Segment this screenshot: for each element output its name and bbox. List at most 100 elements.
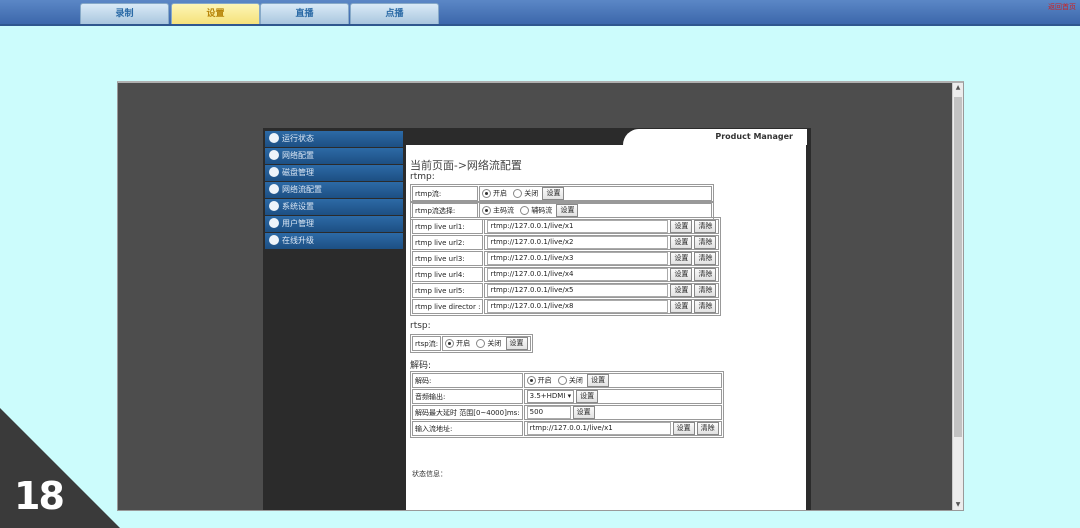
- vertical-scrollbar[interactable]: ▲ ▼: [952, 83, 963, 510]
- scroll-thumb[interactable]: [954, 97, 962, 437]
- top-nav-bar: 录制 设置 直播 点播 返回首页: [0, 0, 1080, 26]
- rtmp-url-set-button[interactable]: 设置: [670, 300, 693, 313]
- upgrade-icon: [269, 234, 279, 245]
- scroll-up-icon[interactable]: ▲: [953, 83, 963, 93]
- sidebar-item-label: 网络流配置: [282, 185, 322, 194]
- corner-logo: 18: [14, 474, 65, 518]
- sidebar-item-users[interactable]: 用户管理: [265, 216, 403, 232]
- rtmp-on-label: 开启: [493, 189, 507, 198]
- rtmp-set-button[interactable]: 设置: [542, 187, 565, 200]
- rtmp-url-clear-button[interactable]: 清除: [694, 284, 717, 297]
- chevron-down-icon: ▾: [567, 392, 572, 400]
- decode-delay-label: 解码最大延时 范围[0~4000]ms:: [412, 405, 523, 420]
- audio-output-label: 音频输出:: [412, 389, 523, 404]
- sidebar-item-label: 系统设置: [282, 202, 314, 211]
- rtmp-url-clear-button[interactable]: 清除: [694, 268, 717, 281]
- sidebar-item-system[interactable]: 系统设置: [265, 199, 403, 215]
- tab-settings[interactable]: 设置: [171, 3, 260, 24]
- rtsp-set-button[interactable]: 设置: [505, 337, 528, 350]
- rtmp-url-label: rtmp live url1:: [412, 219, 484, 234]
- page-title: 当前页面->网络流配置: [410, 159, 522, 172]
- status-icon: [269, 132, 279, 143]
- content-frame: Product Manager 运行状态 网络配置 磁盘管理 网络流配置 系统设…: [117, 81, 964, 511]
- stream-icon: [269, 183, 279, 194]
- audio-output-value: 3.5+HDMI: [529, 392, 566, 400]
- decode-on-radio[interactable]: [526, 376, 536, 385]
- table-row: 输入流地址: rtmp://127.0.0.1/live/x1 设置 清除: [412, 421, 722, 436]
- rtmp-url-label: rtmp live url4:: [412, 267, 484, 282]
- rtsp-off-radio[interactable]: [476, 339, 486, 348]
- audio-set-button[interactable]: 设置: [576, 390, 599, 403]
- input-stream-field[interactable]: rtmp://127.0.0.1/live/x1: [526, 422, 671, 435]
- rtmp-url-set-button[interactable]: 设置: [670, 220, 693, 233]
- rtmp-url-set-button[interactable]: 设置: [670, 236, 693, 249]
- network-icon: [269, 149, 279, 160]
- rtmp-url-input[interactable]: rtmp://127.0.0.1/live/x2: [487, 236, 669, 249]
- rtsp-on-radio[interactable]: [445, 339, 455, 348]
- decode-off-radio[interactable]: [557, 376, 567, 385]
- rtmp-url-label: rtmp live url5:: [412, 283, 484, 298]
- sidebar-item-label: 运行状态: [282, 134, 314, 143]
- rtmp-url-clear-button[interactable]: 清除: [694, 220, 717, 233]
- scroll-down-icon[interactable]: ▼: [953, 500, 963, 510]
- rtmp-on-radio[interactable]: [482, 189, 491, 198]
- rtmp-url-input[interactable]: rtmp://127.0.0.1/live/x4: [487, 268, 669, 281]
- table-row: 音频输出: 3.5+HDMI ▾ 设置: [412, 389, 722, 404]
- rtmp-url-input[interactable]: rtmp://127.0.0.1/live/x5: [487, 284, 669, 297]
- rtmp-url-input[interactable]: rtmp://127.0.0.1/live/x8: [487, 300, 669, 313]
- sidebar-item-label: 在线升级: [282, 236, 314, 245]
- rtmp-off-label: 关闭: [524, 189, 539, 198]
- decode-set-button[interactable]: 设置: [587, 374, 610, 387]
- decode-table: 解码: 开启 关闭 设置 音频输出: 3.5+HDMI ▾ 设置 解码最大延时 范…: [410, 371, 724, 438]
- tab-live[interactable]: 直播: [260, 3, 349, 24]
- home-link[interactable]: 返回首页: [1048, 2, 1076, 12]
- rtmp-section-title: rtmp:: [410, 172, 435, 182]
- tab-vod[interactable]: 点播: [350, 3, 439, 24]
- input-stream-label: 输入流地址:: [412, 421, 523, 436]
- input-set-button[interactable]: 设置: [672, 422, 695, 435]
- table-row: 解码: 开启 关闭 设置: [412, 373, 722, 388]
- table-row: rtmp live url4: rtmp://127.0.0.1/live/x4…: [412, 267, 720, 282]
- rtmp-url-label: rtmp live url2:: [412, 235, 484, 250]
- table-row: rtmp live director : rtmp://127.0.0.1/li…: [412, 299, 720, 314]
- audio-output-select[interactable]: 3.5+HDMI ▾: [526, 390, 575, 403]
- user-icon: [269, 217, 279, 228]
- app-panel: Product Manager 运行状态 网络配置 磁盘管理 网络流配置 系统设…: [263, 128, 811, 510]
- header-curve: Product Manager: [623, 129, 807, 145]
- rtmp-url-clear-button[interactable]: 清除: [694, 252, 717, 265]
- rtmp-main-radio[interactable]: [482, 206, 491, 215]
- rtmp-main-label: 主码流: [493, 206, 514, 215]
- rtmp-url-input[interactable]: rtmp://127.0.0.1/live/x3: [487, 252, 669, 265]
- table-row: 解码最大延时 范围[0~4000]ms: 500 设置: [412, 405, 722, 420]
- sidebar-item-upgrade[interactable]: 在线升级: [265, 233, 403, 249]
- rtsp-off-label: 关闭: [487, 339, 502, 348]
- decode-off-label: 关闭: [568, 376, 583, 385]
- product-title: Product Manager: [715, 132, 793, 141]
- decode-delay-input[interactable]: 500: [526, 406, 571, 419]
- table-row: rtmp live url1: rtmp://127.0.0.1/live/x1…: [412, 219, 720, 234]
- table-row: rtmp live url5: rtmp://127.0.0.1/live/x5…: [412, 283, 720, 298]
- rtmp-select-set-button[interactable]: 设置: [556, 204, 579, 217]
- table-row: rtmp live url2: rtmp://127.0.0.1/live/x2…: [412, 235, 720, 250]
- rtmp-url-clear-button[interactable]: 清除: [694, 300, 717, 313]
- tab-record[interactable]: 录制: [80, 3, 169, 24]
- table-row: rtmp live url3: rtmp://127.0.0.1/live/x3…: [412, 251, 720, 266]
- status-info-label: 状态信息：: [412, 470, 447, 478]
- rtmp-url-set-button[interactable]: 设置: [670, 284, 693, 297]
- rtsp-stream-label: rtsp流:: [412, 336, 442, 351]
- sidebar-item-disk[interactable]: 磁盘管理: [265, 165, 403, 181]
- rtmp-url-set-button[interactable]: 设置: [670, 252, 693, 265]
- sidebar-item-label: 磁盘管理: [282, 168, 314, 177]
- rtmp-url-input[interactable]: rtmp://127.0.0.1/live/x1: [487, 220, 669, 233]
- rtmp-url-set-button[interactable]: 设置: [670, 268, 693, 281]
- rtmp-off-radio[interactable]: [513, 189, 523, 198]
- sidebar-item-run-status[interactable]: 运行状态: [265, 131, 403, 147]
- rtmp-sub-label: 辅码流: [531, 206, 553, 215]
- sidebar-item-network[interactable]: 网络配置: [265, 148, 403, 164]
- delay-set-button[interactable]: 设置: [572, 406, 595, 419]
- rtmp-url-clear-button[interactable]: 清除: [694, 236, 717, 249]
- decode-on-label: 开启: [537, 376, 552, 385]
- sidebar-item-stream-config[interactable]: 网络流配置: [265, 182, 403, 198]
- input-clear-button[interactable]: 清除: [696, 422, 719, 435]
- rtmp-sub-radio[interactable]: [520, 206, 530, 215]
